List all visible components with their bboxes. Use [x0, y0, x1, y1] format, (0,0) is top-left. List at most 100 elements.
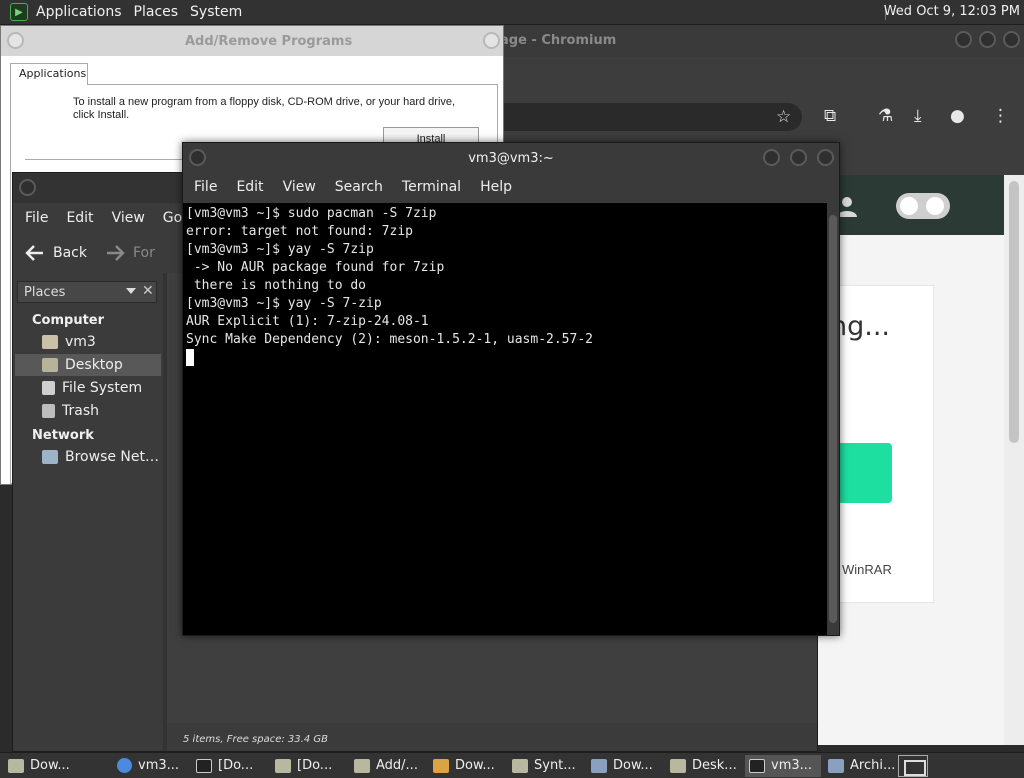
taskbar-item-vm3-terminal[interactable]: vm3...	[745, 754, 821, 777]
tab-applications[interactable]: Applications	[10, 63, 88, 85]
menu-edit[interactable]: Edit	[66, 210, 93, 226]
sidebar-item-label: File System	[62, 380, 143, 396]
places-selector[interactable]: Places ✕	[17, 281, 157, 303]
menu-file[interactable]: File	[25, 210, 48, 226]
clock[interactable]: Wed Oct 9, 12:03 PM	[884, 4, 1020, 19]
sidebar-item-desktop[interactable]: Desktop	[15, 354, 161, 376]
sidebar-item-browse-network[interactable]: Browse Net…	[15, 446, 161, 468]
distro-logo-icon[interactable]: ▶	[10, 3, 28, 21]
menu-search[interactable]: Search	[335, 179, 383, 195]
folder-icon	[512, 758, 528, 773]
archive-manager-icon	[828, 758, 844, 773]
menu-terminal[interactable]: Terminal	[402, 179, 461, 195]
taskbar-item-downloads[interactable]: Synt...	[508, 755, 584, 777]
window-menu-button[interactable]	[7, 32, 24, 49]
sidebar-item-file-system[interactable]: File System	[15, 377, 161, 399]
maximize-button[interactable]	[979, 31, 996, 48]
home-folder-icon	[42, 335, 58, 349]
places-label: Places	[24, 285, 66, 300]
forward-button[interactable]: For	[133, 245, 155, 261]
terminal-line: error: target not found: 7zip	[186, 224, 413, 239]
back-button[interactable]: Back	[53, 245, 87, 261]
taskbar-item-terminal[interactable]: [Do...	[192, 755, 268, 777]
taskbar-item-synaptic[interactable]: Dow...	[587, 755, 663, 777]
folder-icon	[275, 758, 291, 773]
terminal-scrollbar-thumb[interactable]	[829, 215, 837, 623]
close-button[interactable]	[817, 149, 834, 166]
labs-flask-icon[interactable]: ⚗	[878, 106, 893, 126]
taskbar-item-label: Add/...	[376, 758, 418, 773]
terminal-window: vm3@vm3:~ File Edit View Search Terminal…	[182, 142, 840, 636]
taskbar-item-label: Dow...	[455, 758, 495, 773]
winrar-link[interactable]: WinRAR	[842, 562, 892, 577]
places-menu[interactable]: Places	[134, 4, 179, 20]
taskbar-item-add-remove[interactable]: Dow...	[429, 755, 505, 777]
terminal-line: Sync Make Dependency (2): meson-1.5.2-1,…	[186, 332, 593, 347]
drive-icon	[42, 381, 55, 395]
taskbar-item-chromium[interactable]: vm3...	[113, 755, 189, 777]
chevron-down-icon[interactable]	[126, 288, 136, 294]
sidebar-item-label: Trash	[62, 403, 99, 419]
sidebar-item-vm3[interactable]: vm3	[15, 331, 161, 353]
text-cursor	[186, 349, 194, 366]
chromium-icon	[117, 758, 132, 773]
extensions-icon[interactable]: ⧉	[824, 106, 836, 126]
menu-help[interactable]: Help	[480, 179, 512, 195]
computer-heading: Computer	[32, 313, 105, 328]
applications-menu[interactable]: Applications	[36, 4, 122, 20]
show-desktop-button[interactable]	[898, 755, 928, 777]
close-button[interactable]	[1003, 31, 1020, 48]
add-remove-title: Add/Remove Programs	[185, 34, 353, 49]
folder-icon	[8, 758, 24, 773]
address-bar[interactable]	[500, 103, 802, 131]
taskbar-item-label: [Do...	[218, 758, 254, 773]
chromium-titlebar[interactable]: age - Chromium	[500, 25, 1024, 57]
status-bar: 5 items, Free space: 33.4 GB	[183, 734, 328, 745]
terminal-output[interactable]: [vm3@vm3 ~]$ sudo pacman -S 7zip error: t…	[183, 203, 827, 635]
menu-edit[interactable]: Edit	[236, 179, 263, 195]
minimize-button[interactable]	[763, 149, 780, 166]
more-menu-icon[interactable]: ⋮	[992, 106, 1009, 126]
sidebar-item-label: Browse Net…	[65, 449, 160, 465]
folder-icon	[670, 758, 686, 773]
taskbar-item-archive[interactable]: Archi...	[824, 755, 898, 777]
system-menu[interactable]: System	[190, 4, 242, 20]
sidebar-resize-handle[interactable]	[163, 273, 167, 751]
taskbar: Dow... vm3... [Do... [Do... Add/... Dow.…	[0, 752, 1024, 778]
menu-view[interactable]: View	[112, 210, 145, 226]
taskbar-item-desktop[interactable]: Desk...	[666, 755, 742, 777]
close-button[interactable]	[483, 32, 500, 49]
forward-arrow-icon[interactable]	[105, 244, 125, 262]
download-icon[interactable]: ⤓	[914, 106, 922, 126]
add-remove-titlebar[interactable]: Add/Remove Programs	[1, 26, 503, 56]
terminal-line: AUR Explicit (1): 7-zip-24.08-1	[186, 314, 429, 329]
folder-icon	[354, 758, 370, 773]
terminal-icon	[749, 758, 765, 773]
taskbar-item-folder[interactable]: Add/...	[350, 755, 426, 777]
terminal-line: -> No AUR package found for 7zip	[186, 260, 445, 275]
menu-file[interactable]: File	[194, 179, 217, 195]
page-scrollbar[interactable]	[1004, 175, 1024, 745]
terminal-scrollbar[interactable]	[827, 203, 839, 635]
window-menu-button[interactable]	[19, 179, 36, 196]
taskbar-item-folder[interactable]: [Do...	[271, 755, 347, 777]
profile-icon[interactable]: ●	[950, 106, 965, 126]
menu-go[interactable]: Go	[163, 210, 182, 226]
terminal-title: vm3@vm3:~	[468, 151, 554, 166]
maximize-button[interactable]	[790, 149, 807, 166]
taskbar-item-label: Desk...	[692, 758, 737, 773]
taskbar-item-label: [Do...	[297, 758, 333, 773]
taskbar-item-label: Dow...	[30, 758, 70, 773]
menu-view[interactable]: View	[283, 179, 316, 195]
theme-toggle[interactable]	[896, 193, 950, 219]
minimize-button[interactable]	[955, 31, 972, 48]
sidebar-item-trash[interactable]: Trash	[15, 400, 161, 422]
taskbar-item-downloads[interactable]: Dow...	[4, 755, 110, 777]
chromium-window-controls	[955, 31, 1020, 48]
page-scrollbar-thumb[interactable]	[1009, 181, 1019, 443]
close-icon[interactable]: ✕	[142, 283, 154, 299]
taskbar-item-label: Synt...	[534, 758, 576, 773]
bookmark-star-icon[interactable]: ☆	[776, 107, 791, 127]
terminal-titlebar[interactable]: vm3@vm3:~	[183, 143, 839, 173]
back-arrow-icon[interactable]	[25, 244, 45, 262]
